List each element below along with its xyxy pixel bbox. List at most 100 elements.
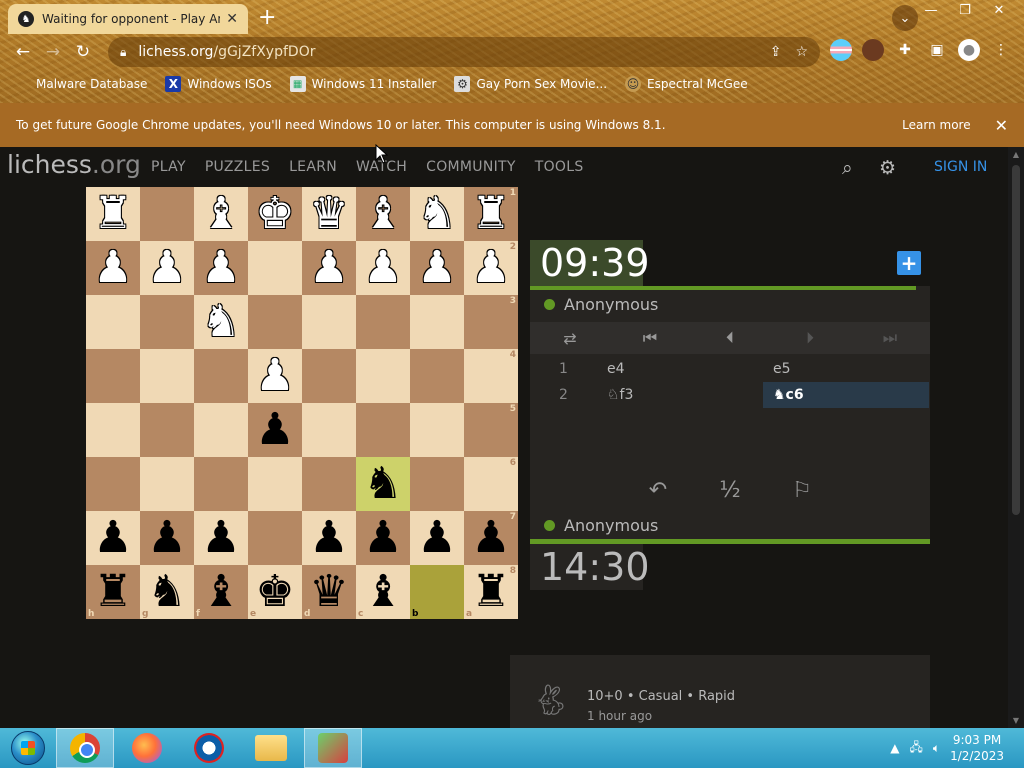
board-square[interactable]: ♟ bbox=[86, 241, 140, 295]
board-square[interactable]: ♛ d bbox=[302, 565, 356, 619]
board-square[interactable]: ♟ bbox=[248, 349, 302, 403]
board-square[interactable]: ♛ bbox=[302, 187, 356, 241]
black-pawn-icon[interactable]: ♟ bbox=[363, 511, 402, 565]
board-square[interactable]: 6 bbox=[464, 457, 518, 511]
board-square[interactable]: ♞ g bbox=[140, 565, 194, 619]
board-square[interactable] bbox=[86, 457, 140, 511]
board-square[interactable] bbox=[248, 511, 302, 565]
board-square[interactable]: ♝ bbox=[356, 187, 410, 241]
board-square[interactable] bbox=[302, 403, 356, 457]
bookmark-star-icon[interactable]: ☆ bbox=[795, 44, 808, 60]
lichess-logo[interactable]: lichess.org bbox=[7, 150, 141, 179]
board-square[interactable] bbox=[140, 295, 194, 349]
share-icon[interactable]: ⇪ bbox=[770, 44, 782, 60]
board-square[interactable]: ♟ 2 bbox=[464, 241, 518, 295]
tab-close-icon[interactable]: ✕ bbox=[226, 11, 238, 27]
board-square[interactable]: ♟ bbox=[356, 241, 410, 295]
white-queen-icon[interactable]: ♛ bbox=[309, 187, 348, 241]
black-pawn-icon[interactable]: ♟ bbox=[471, 511, 510, 565]
resign-flag-icon[interactable]: ⚐ bbox=[787, 478, 817, 503]
side-panel-icon[interactable]: ▣ bbox=[926, 39, 948, 61]
white-pawn-icon[interactable]: ♟ bbox=[255, 349, 294, 403]
scroll-up-icon[interactable]: ▲ bbox=[1008, 150, 1024, 159]
taskbar-chrome[interactable] bbox=[56, 728, 114, 768]
board-square[interactable]: ♟ bbox=[302, 241, 356, 295]
board-square[interactable] bbox=[248, 241, 302, 295]
board-square[interactable]: ♜ 1 bbox=[464, 187, 518, 241]
white-pawn-icon[interactable]: ♟ bbox=[147, 241, 186, 295]
black-bishop-icon[interactable]: ♝ bbox=[201, 565, 240, 619]
black-pawn-icon[interactable]: ♟ bbox=[147, 511, 186, 565]
board-square[interactable]: ♚ bbox=[248, 187, 302, 241]
sign-in-link[interactable]: SIGN IN bbox=[934, 159, 987, 175]
white-rook-icon[interactable]: ♜ bbox=[93, 187, 132, 241]
black-bishop-icon[interactable]: ♝ bbox=[363, 565, 402, 619]
taskbar-file-explorer[interactable] bbox=[242, 728, 300, 768]
board-square[interactable]: ♞ bbox=[410, 187, 464, 241]
new-tab-button[interactable]: + bbox=[258, 5, 276, 30]
white-king-icon[interactable]: ♚ bbox=[255, 187, 294, 241]
black-knight-icon[interactable]: ♞ bbox=[363, 457, 402, 511]
bookmark-item[interactable]: ▦ Windows 11 Installer bbox=[289, 76, 436, 92]
white-move[interactable]: e4 bbox=[597, 356, 763, 382]
board-square[interactable]: ♜ 8 a bbox=[464, 565, 518, 619]
board-square[interactable] bbox=[410, 349, 464, 403]
white-pawn-icon[interactable]: ♟ bbox=[201, 241, 240, 295]
nav-play[interactable]: PLAY bbox=[151, 159, 186, 175]
board-square[interactable] bbox=[410, 295, 464, 349]
start-button[interactable] bbox=[0, 728, 56, 768]
board-square[interactable] bbox=[356, 403, 410, 457]
taskbar-obama-app[interactable] bbox=[180, 728, 238, 768]
close-infobar-icon[interactable]: ✕ bbox=[995, 116, 1008, 135]
offer-draw-icon[interactable]: ½ bbox=[715, 478, 745, 503]
lock-icon[interactable]: 🔒︎ bbox=[120, 45, 126, 60]
board-square[interactable] bbox=[140, 187, 194, 241]
board-square[interactable] bbox=[86, 403, 140, 457]
first-move-icon[interactable]: ⏮ bbox=[610, 322, 690, 354]
extensions-puzzle-icon[interactable]: ✚ bbox=[894, 39, 916, 61]
address-bar[interactable]: 🔒︎ lichess.org/gGjZfXypfDOr ⇪ ☆ bbox=[108, 37, 820, 67]
white-pawn-icon[interactable]: ♟ bbox=[93, 241, 132, 295]
board-square[interactable] bbox=[140, 403, 194, 457]
black-king-icon[interactable]: ♚ bbox=[255, 565, 294, 619]
last-move-icon[interactable]: ⏭ bbox=[850, 322, 930, 354]
board-square[interactable] bbox=[410, 457, 464, 511]
board-square[interactable]: ♞ bbox=[356, 457, 410, 511]
white-pawn-icon[interactable]: ♟ bbox=[309, 241, 348, 295]
board-square[interactable] bbox=[140, 457, 194, 511]
black-move[interactable]: e5 bbox=[763, 356, 929, 382]
bookmark-item[interactable]: X Windows ISOs bbox=[165, 76, 272, 92]
board-square[interactable]: ♟ bbox=[356, 511, 410, 565]
scrollbar-thumb[interactable] bbox=[1012, 165, 1020, 515]
back-icon[interactable]: ← bbox=[8, 42, 38, 62]
white-pawn-icon[interactable]: ♟ bbox=[363, 241, 402, 295]
board-square[interactable]: ♟ bbox=[140, 511, 194, 565]
flip-board-icon[interactable]: ⇄ bbox=[530, 322, 610, 354]
board-square[interactable] bbox=[302, 295, 356, 349]
board-square[interactable]: ♟ bbox=[248, 403, 302, 457]
white-pawn-icon[interactable]: ♟ bbox=[417, 241, 456, 295]
minimize-icon[interactable]: — bbox=[914, 0, 948, 20]
forward-icon[interactable]: → bbox=[38, 42, 68, 62]
board-square[interactable] bbox=[194, 349, 248, 403]
black-rook-icon[interactable]: ♜ bbox=[93, 565, 132, 619]
board-square[interactable]: b bbox=[410, 565, 464, 619]
board-square[interactable] bbox=[140, 349, 194, 403]
board-square[interactable]: 5 bbox=[464, 403, 518, 457]
white-knight-icon[interactable]: ♞ bbox=[201, 295, 240, 349]
taskbar-app-xbox[interactable] bbox=[304, 728, 362, 768]
board-square[interactable]: ♟ 7 bbox=[464, 511, 518, 565]
bookmark-item[interactable]: ☺ Espectral McGee bbox=[625, 76, 748, 92]
scroll-down-icon[interactable]: ▼ bbox=[1008, 716, 1024, 725]
nav-tools[interactable]: TOOLS bbox=[535, 159, 584, 175]
page-scrollbar[interactable]: ▲ ▼ bbox=[1008, 147, 1024, 728]
restore-icon[interactable]: ❐ bbox=[948, 0, 982, 20]
white-bishop-icon[interactable]: ♝ bbox=[201, 187, 240, 241]
board-square[interactable]: 3 bbox=[464, 295, 518, 349]
board-square[interactable]: ♟ bbox=[194, 241, 248, 295]
avatar-extension-icon[interactable] bbox=[862, 39, 884, 61]
black-pawn-icon[interactable]: ♟ bbox=[201, 511, 240, 565]
board-square[interactable]: ♟ bbox=[302, 511, 356, 565]
board-square[interactable] bbox=[302, 457, 356, 511]
takeback-icon[interactable]: ↶ bbox=[643, 478, 673, 503]
